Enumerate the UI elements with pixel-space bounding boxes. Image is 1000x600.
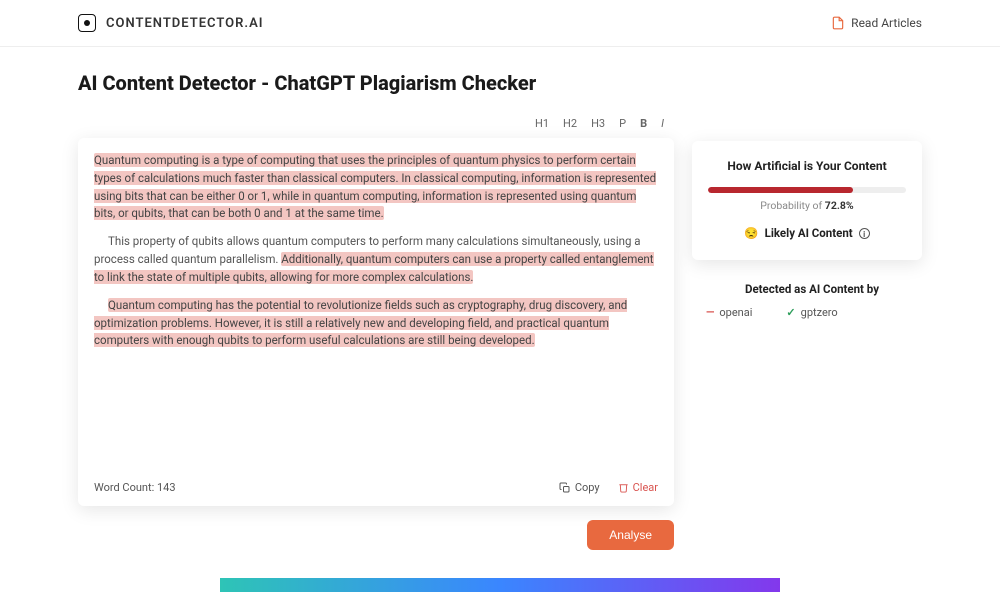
editor-paragraph: Quantum computing is a type of computing… (94, 152, 658, 223)
layout-row: H1 H2 H3 P B I Quantum computing is a ty… (78, 113, 922, 550)
brand-logo-icon (78, 14, 96, 32)
document-icon (831, 16, 845, 30)
clear-button[interactable]: Clear (618, 481, 658, 494)
probability-text: Probability of 72.8% (708, 199, 906, 212)
verdict-text: Likely AI Content (765, 226, 853, 240)
word-count-label: Word Count: (94, 481, 154, 494)
probability-meter (708, 187, 906, 193)
format-h2-button[interactable]: H2 (563, 117, 577, 130)
brand-text: CONTENTDETECTOR.AI (106, 16, 264, 31)
main-container: AI Content Detector - ChatGPT Plagiarism… (0, 47, 1000, 592)
results-column: How Artificial is Your Content Probabili… (692, 113, 922, 319)
detected-block: Detected as AI Content by — openai ✓ gptzer… (692, 282, 922, 319)
page-title: AI Content Detector - ChatGPT Plagiarism… (78, 71, 922, 95)
copy-icon (559, 482, 571, 494)
word-count: Word Count: 143 (94, 481, 176, 494)
read-articles-link[interactable]: Read Articles (831, 16, 922, 30)
gradient-banner (220, 578, 780, 592)
highlighted-text: Quantum computing is a type of computing… (94, 153, 656, 220)
editor-column: H1 H2 H3 P B I Quantum computing is a ty… (78, 113, 674, 550)
detector-name: openai (719, 306, 752, 319)
editor-card: Quantum computing is a type of computing… (78, 138, 674, 506)
detector-name: gptzero (801, 306, 838, 319)
format-h3-button[interactable]: H3 (591, 117, 605, 130)
detector-item: ✓ gptzero (786, 306, 837, 319)
format-toolbar: H1 H2 H3 P B I (78, 113, 674, 138)
copy-label: Copy (575, 481, 600, 494)
format-p-button[interactable]: P (619, 117, 626, 130)
copy-button[interactable]: Copy (559, 481, 600, 494)
probability-value: 72.8% (825, 199, 854, 212)
editor-textarea[interactable]: Quantum computing is a type of computing… (94, 152, 658, 473)
detector-item: — openai (706, 306, 752, 319)
format-h1-button[interactable]: H1 (535, 117, 549, 130)
analyse-row: Analyse (78, 520, 674, 550)
result-card: How Artificial is Your Content Probabili… (692, 141, 922, 260)
detectors-list: — openai ✓ gptzero (702, 306, 922, 319)
brand[interactable]: CONTENTDETECTOR.AI (78, 14, 264, 32)
analyse-button[interactable]: Analyse (587, 520, 674, 550)
verdict-emoji-icon: 😒 (744, 226, 758, 240)
verdict: 😒 Likely AI Content i (708, 226, 906, 240)
editor-footer: Word Count: 143 Copy (94, 473, 658, 494)
editor-paragraph: Quantum computing has the potential to r… (94, 297, 658, 350)
highlighted-text: Quantum computing has the potential to r… (94, 298, 627, 348)
probability-label: Probability of (760, 199, 822, 212)
info-icon[interactable]: i (859, 228, 870, 239)
word-count-value: 143 (157, 481, 176, 494)
check-icon: ✓ (786, 306, 795, 319)
trash-icon (618, 482, 629, 493)
read-articles-label: Read Articles (851, 16, 922, 30)
format-bold-button[interactable]: B (640, 117, 647, 130)
detected-title: Detected as AI Content by (702, 282, 922, 296)
format-italic-button[interactable]: I (661, 117, 664, 130)
editor-paragraph: This property of qubits allows quantum c… (94, 233, 658, 286)
result-title: How Artificial is Your Content (708, 159, 906, 173)
probability-meter-fill (708, 187, 853, 193)
header: CONTENTDETECTOR.AI Read Articles (0, 0, 1000, 47)
dash-icon: — (706, 306, 714, 319)
clear-label: Clear (633, 481, 658, 494)
